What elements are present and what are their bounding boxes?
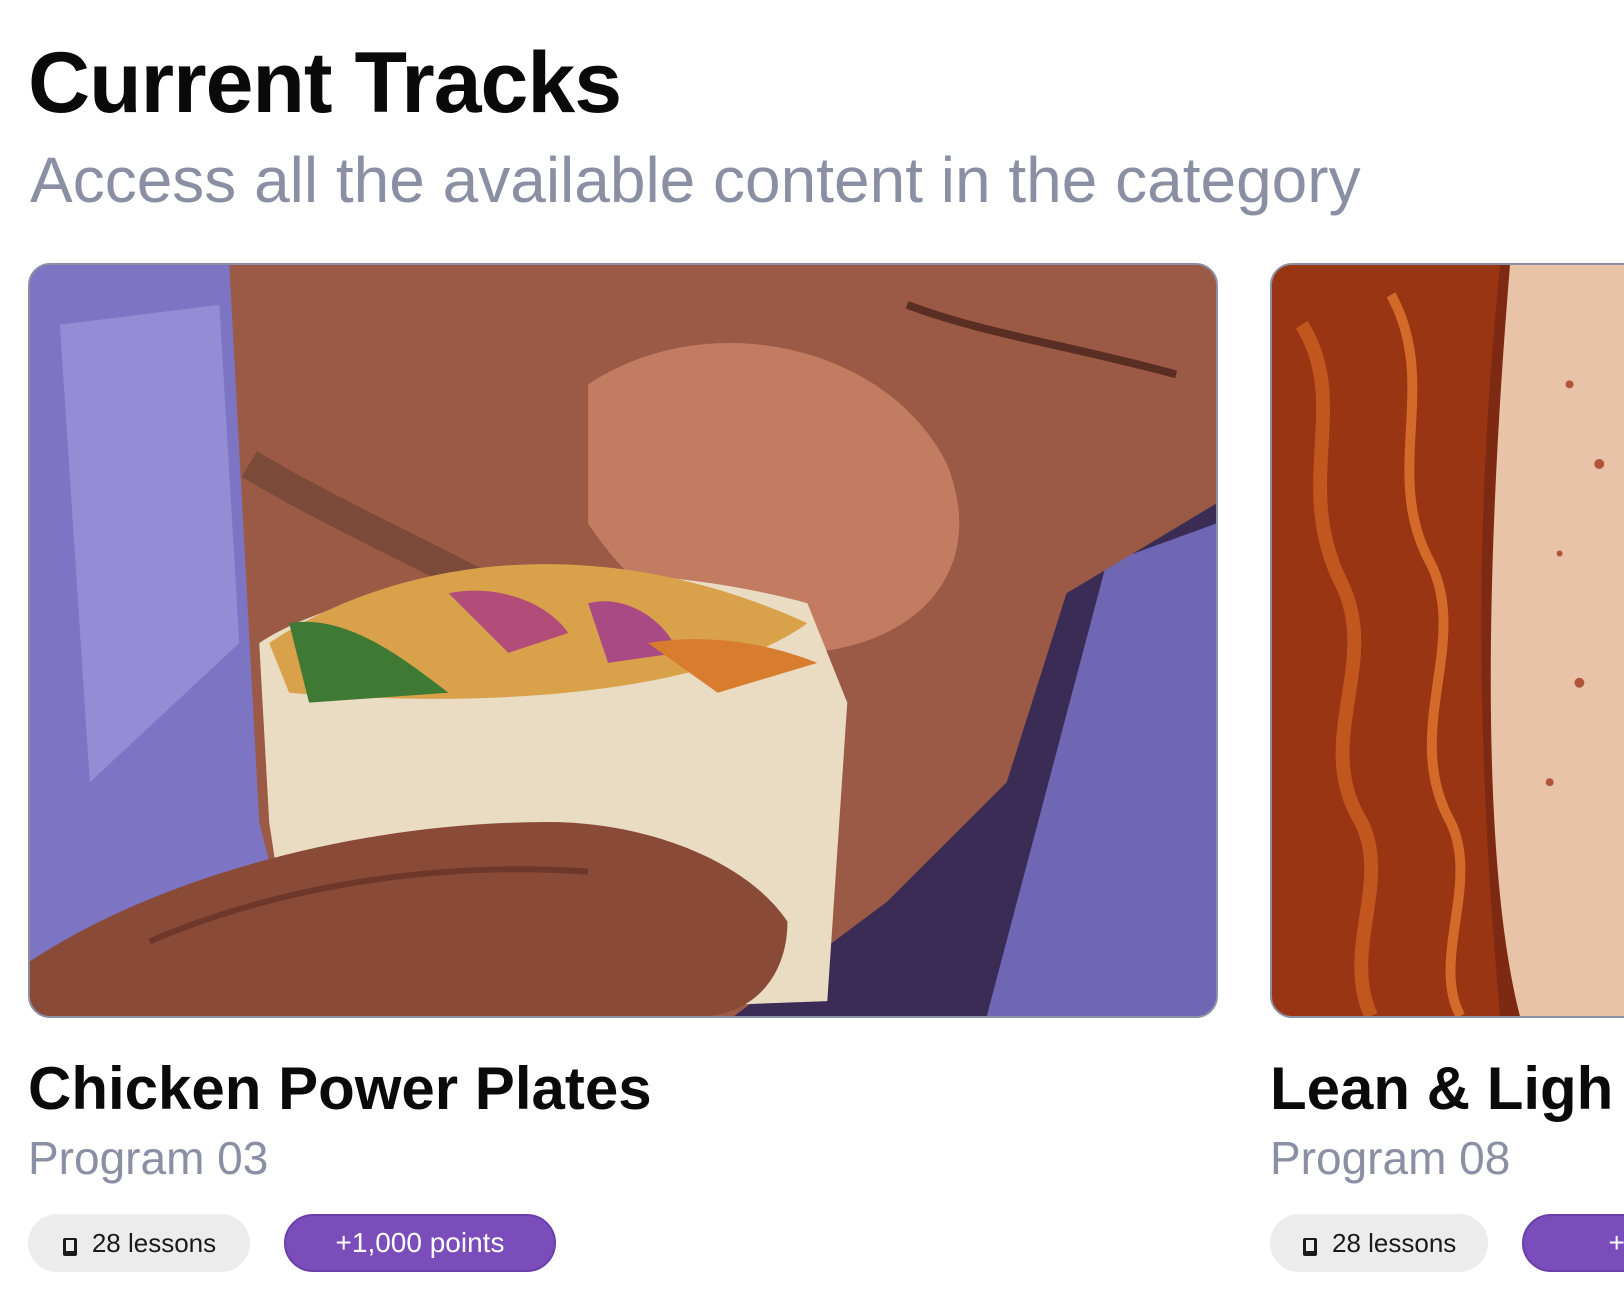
track-image — [1272, 265, 1624, 1016]
track-program: Program 03 — [28, 1132, 269, 1184]
track-title[interactable]: Chicken Power Plates — [28, 1054, 1218, 1124]
track-card[interactable]: Lean & Ligh Program 08 28 lessons +1,0 — [1270, 263, 1624, 1272]
lessons-count: 28 lessons — [1332, 1227, 1457, 1258]
track-thumbnail[interactable] — [1270, 263, 1624, 1018]
track-thumbnail[interactable] — [28, 263, 1218, 1018]
lessons-badge: 28 lessons — [28, 1214, 250, 1272]
track-image — [30, 265, 1216, 1016]
current-tracks-page: Current Tracks Access all the available … — [0, 0, 1624, 1300]
track-title[interactable]: Lean & Ligh — [1270, 1054, 1624, 1124]
track-meta: 28 lessons +1,000 points — [28, 1214, 1218, 1272]
lessons-badge: 28 lessons — [1270, 1214, 1489, 1272]
book-icon — [62, 1233, 78, 1256]
points-badge: +1,0 — [1522, 1214, 1624, 1272]
points-badge: +1,000 points — [284, 1214, 556, 1272]
track-card[interactable]: Chicken Power Plates Program 03 28 lesso… — [28, 263, 1218, 1272]
page-subtitle: Access all the available content in the … — [30, 144, 1361, 216]
track-meta: 28 lessons +1,0 — [1270, 1214, 1624, 1272]
track-program: Program 08 — [1270, 1132, 1511, 1184]
lessons-count: 28 lessons — [91, 1227, 217, 1258]
page-title: Current Tracks — [28, 35, 622, 131]
book-icon — [1302, 1233, 1318, 1256]
